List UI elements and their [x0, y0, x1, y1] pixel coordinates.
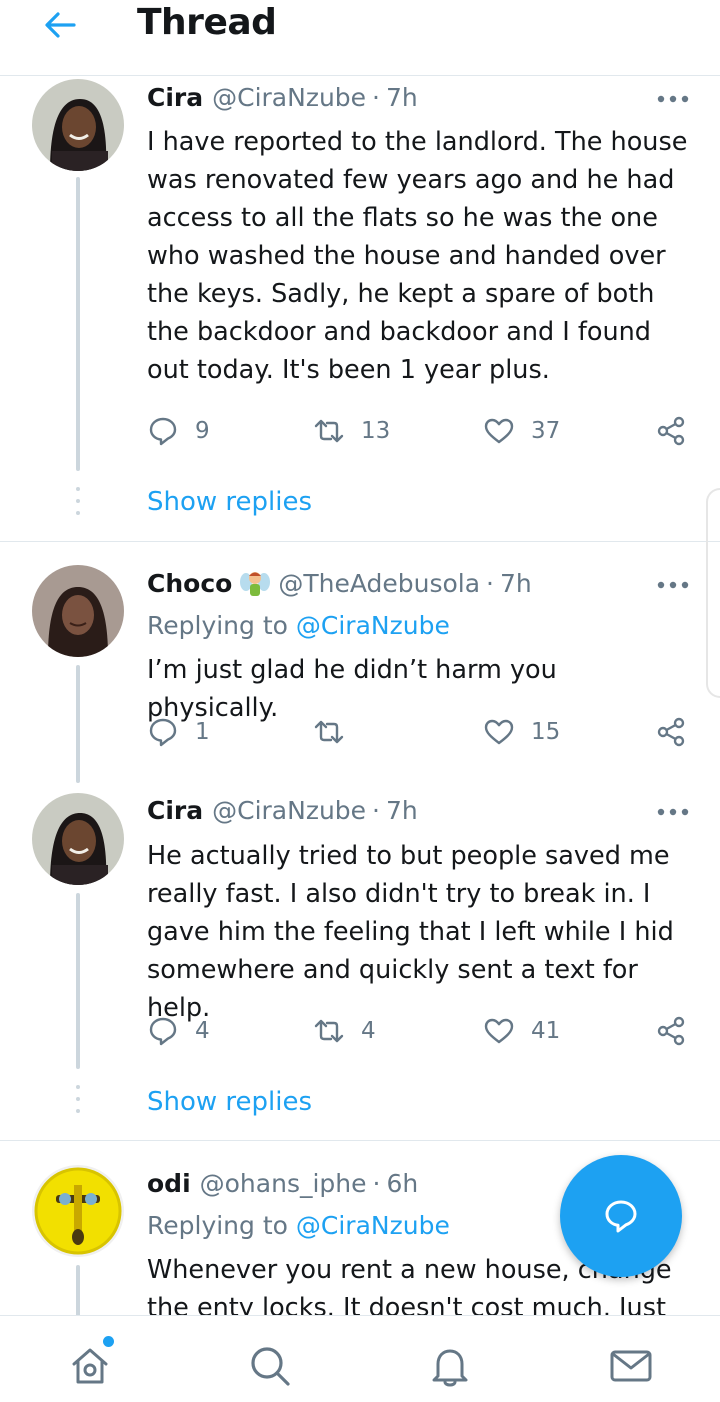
reply-button[interactable]: 1 — [147, 712, 210, 752]
reply-count: 1 — [195, 719, 210, 745]
retweet-button[interactable]: 4 — [313, 1011, 376, 1051]
show-replies-link[interactable]: Show replies — [147, 1087, 312, 1117]
share-icon — [657, 416, 685, 446]
home-icon[interactable] — [66, 1342, 114, 1390]
thread-dots — [76, 1085, 80, 1121]
author-handle[interactable]: @CiraNzube — [212, 796, 366, 825]
like-count: 41 — [531, 1018, 561, 1044]
timestamp: 7h — [500, 568, 532, 598]
heart-icon — [484, 1018, 514, 1044]
tweet-cira-1[interactable]: Cira @CiraNzube · 7h I have reported to … — [0, 77, 720, 541]
like-button[interactable]: 41 — [483, 1011, 560, 1051]
mail-icon[interactable] — [607, 1342, 655, 1390]
replying-to: Replying to @CiraNzube — [147, 611, 450, 640]
separator: · — [372, 795, 380, 825]
more-dots-icon[interactable] — [656, 86, 690, 106]
share-icon — [657, 1016, 685, 1046]
timestamp: 6h — [386, 1168, 419, 1198]
avatar[interactable] — [32, 1165, 124, 1257]
timestamp: 7h — [386, 82, 418, 112]
top-bar: Thread — [0, 0, 720, 76]
author-handle[interactable]: @ohans_iphe — [200, 1169, 367, 1198]
author-name[interactable]: Cira — [147, 83, 203, 112]
tweet-header: Choco @TheAdebusola · 7h — [147, 566, 690, 600]
fairy-emoji-icon — [240, 568, 271, 598]
author-name[interactable]: Choco — [147, 569, 232, 598]
share-button[interactable] — [655, 411, 687, 451]
tweet-choco[interactable]: Choco @TheAdebusola · 7h Replying to @Ci… — [0, 565, 720, 795]
tweet-actions: 4 4 41 — [147, 1011, 692, 1051]
replying-prefix: Replying to — [147, 1211, 288, 1240]
search-icon[interactable] — [246, 1342, 294, 1390]
retweet-icon — [314, 720, 344, 744]
thread-line — [76, 893, 80, 1069]
reply-count: 4 — [195, 1018, 210, 1044]
retweet-button[interactable] — [313, 712, 361, 752]
divider — [0, 1140, 720, 1141]
tweet-header: Cira @CiraNzube · 7h — [147, 793, 690, 827]
show-replies-link[interactable]: Show replies — [147, 487, 312, 517]
reply-bubble-icon — [149, 1017, 177, 1046]
thread-feed[interactable]: Cira @CiraNzube · 7h I have reported to … — [0, 77, 720, 1315]
back-arrow-icon[interactable] — [40, 8, 80, 42]
author-name[interactable]: Cira — [147, 796, 203, 825]
tweet-header: Cira @CiraNzube · 7h — [147, 80, 690, 114]
reply-bubble-icon — [149, 718, 177, 747]
retweet-icon — [314, 419, 344, 443]
retweet-icon — [314, 1019, 344, 1043]
reply-button[interactable]: 4 — [147, 1011, 210, 1051]
retweet-button[interactable]: 13 — [313, 411, 390, 451]
author-name[interactable]: odi — [147, 1169, 191, 1198]
like-button[interactable]: 37 — [483, 411, 560, 451]
avatar[interactable] — [32, 793, 124, 885]
heart-icon — [484, 418, 514, 444]
compose-reply-button[interactable] — [560, 1155, 682, 1277]
separator: · — [486, 568, 494, 598]
timestamp: 7h — [386, 795, 418, 825]
bottom-nav — [0, 1315, 720, 1402]
reply-bubble-icon — [149, 417, 177, 446]
retweet-count: 13 — [361, 418, 391, 444]
separator: · — [372, 1168, 381, 1198]
retweet-count: 4 — [361, 1018, 376, 1044]
tweet-actions: 9 13 37 — [147, 411, 692, 451]
tweet-actions: 1 15 — [147, 712, 692, 752]
thread-line — [76, 1265, 80, 1315]
tweet-cira-2[interactable]: Cira @CiraNzube · 7h He actually tried t… — [0, 793, 720, 1139]
more-dots-icon[interactable] — [656, 572, 690, 592]
replying-mention[interactable]: @CiraNzube — [296, 1211, 450, 1240]
avatar[interactable] — [32, 79, 124, 171]
like-count: 15 — [531, 719, 561, 745]
heart-icon — [484, 719, 514, 745]
thread-line — [76, 665, 80, 783]
tweet-text: I have reported to the landlord. The hou… — [147, 127, 688, 385]
divider — [0, 541, 720, 542]
avatar[interactable] — [32, 565, 124, 657]
bell-icon[interactable] — [426, 1342, 474, 1390]
compose-reply-icon — [605, 1200, 637, 1233]
author-handle[interactable]: @CiraNzube — [212, 83, 366, 112]
tweet-text: He actually tried to but people saved me… — [147, 841, 674, 1023]
like-button[interactable]: 15 — [483, 712, 560, 752]
thread-line — [76, 177, 80, 471]
author-handle[interactable]: @TheAdebusola — [278, 569, 480, 598]
home-notification-dot — [103, 1336, 114, 1347]
page-title: Thread — [137, 2, 277, 43]
share-button[interactable] — [655, 712, 687, 752]
replying-to: Replying to @CiraNzube — [147, 1211, 450, 1240]
share-icon — [657, 717, 685, 747]
replying-mention[interactable]: @CiraNzube — [296, 611, 450, 640]
scroll-edge-handle[interactable] — [706, 488, 720, 698]
like-count: 37 — [531, 418, 561, 444]
share-button[interactable] — [655, 1011, 687, 1051]
separator: · — [372, 82, 380, 112]
reply-button[interactable]: 9 — [147, 411, 210, 451]
replying-prefix: Replying to — [147, 611, 288, 640]
more-dots-icon[interactable] — [656, 799, 690, 819]
reply-count: 9 — [195, 418, 210, 444]
thread-dots — [76, 487, 80, 523]
